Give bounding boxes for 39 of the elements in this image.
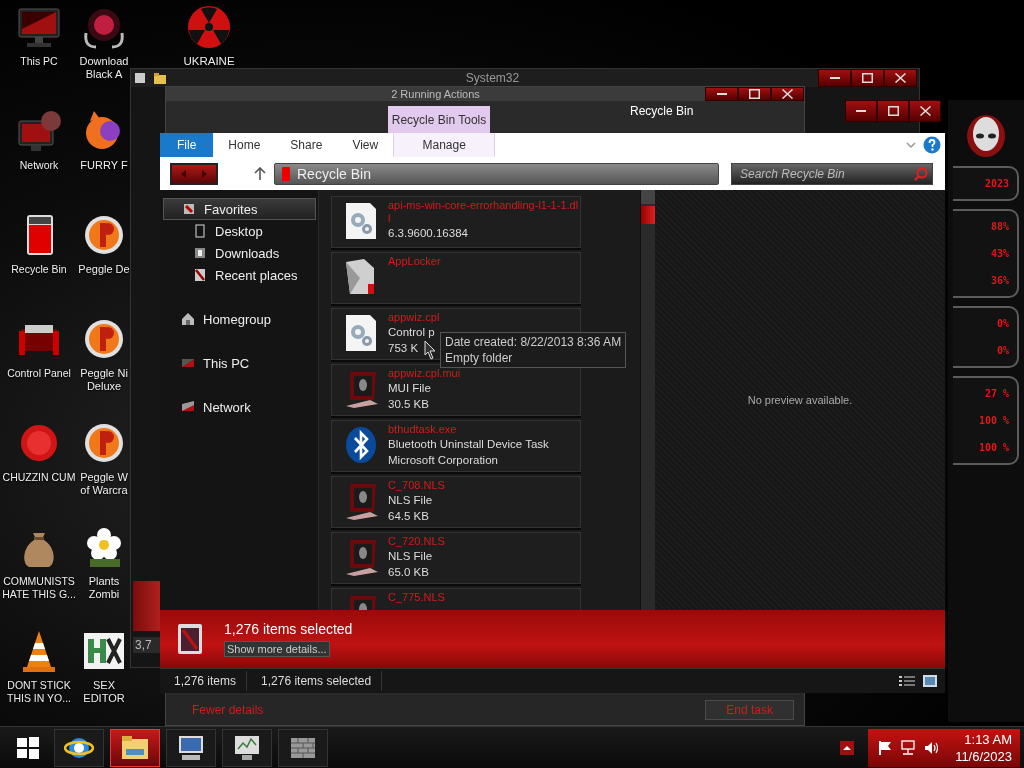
gadget-reading: 43%	[990, 248, 1009, 259]
gadget-reading: 100 %	[978, 415, 1009, 426]
preview-message: No preview available.	[747, 394, 853, 406]
gadget-reading: 0%	[996, 318, 1009, 329]
gadget-reading: 88%	[990, 221, 1009, 232]
status-text: 1,276 items	[160, 671, 248, 691]
file-detail: 30.5 KB	[388, 397, 429, 412]
tooltip-text: Empty folder	[445, 350, 514, 366]
file-name: C_720.NLS	[388, 535, 445, 548]
file-name: AppLocker	[388, 255, 441, 268]
file-name: appwiz.cpl.mui	[388, 367, 461, 380]
gadget-reading: 27 %	[984, 388, 1009, 399]
item-count: 3,7	[133, 637, 163, 653]
file-detail: 6.3.9600.16384	[388, 226, 468, 241]
file-name: api-ms-win-core-errorhandling-l1-1-1.dll	[388, 199, 580, 225]
window-title: 2 Running Actions	[390, 87, 481, 101]
file-name: C_708.NLS	[388, 479, 445, 492]
file-name: appwiz.cpl	[388, 311, 440, 324]
ribbon-context-header: Recycle Bin Tools	[388, 106, 490, 133]
file-detail: 64.5 KB	[388, 509, 429, 524]
file-detail: 65.0 KB	[388, 565, 429, 580]
window-title: System32	[464, 71, 521, 85]
file-name: C_775.NLS	[388, 591, 445, 604]
gadget-reading: 100 %	[978, 442, 1009, 453]
gadget-reading: 0%	[996, 345, 1009, 356]
file-detail: Microsoft Corporation	[388, 453, 498, 468]
gadget-reading: 2023	[984, 178, 1009, 189]
tooltip-text: Date created: 8/22/2013 8:36 AM	[445, 334, 622, 350]
file-detail: NLS File	[388, 549, 433, 564]
file-detail: MUI File	[388, 381, 431, 396]
gadget-reading: 36%	[990, 275, 1009, 286]
status-text: 1,276 items selected	[247, 671, 383, 691]
selection-summary: 1,276 items selected	[224, 621, 353, 637]
file-detail: Control p	[388, 325, 435, 340]
window-title: Recycle Bin	[630, 103, 694, 118]
file-name: bthudtask.exe	[388, 423, 458, 436]
file-detail: 753 K	[388, 341, 419, 356]
file-detail: NLS File	[388, 493, 433, 508]
file-detail: Bluetooth Uninstall Device Task	[388, 437, 549, 452]
